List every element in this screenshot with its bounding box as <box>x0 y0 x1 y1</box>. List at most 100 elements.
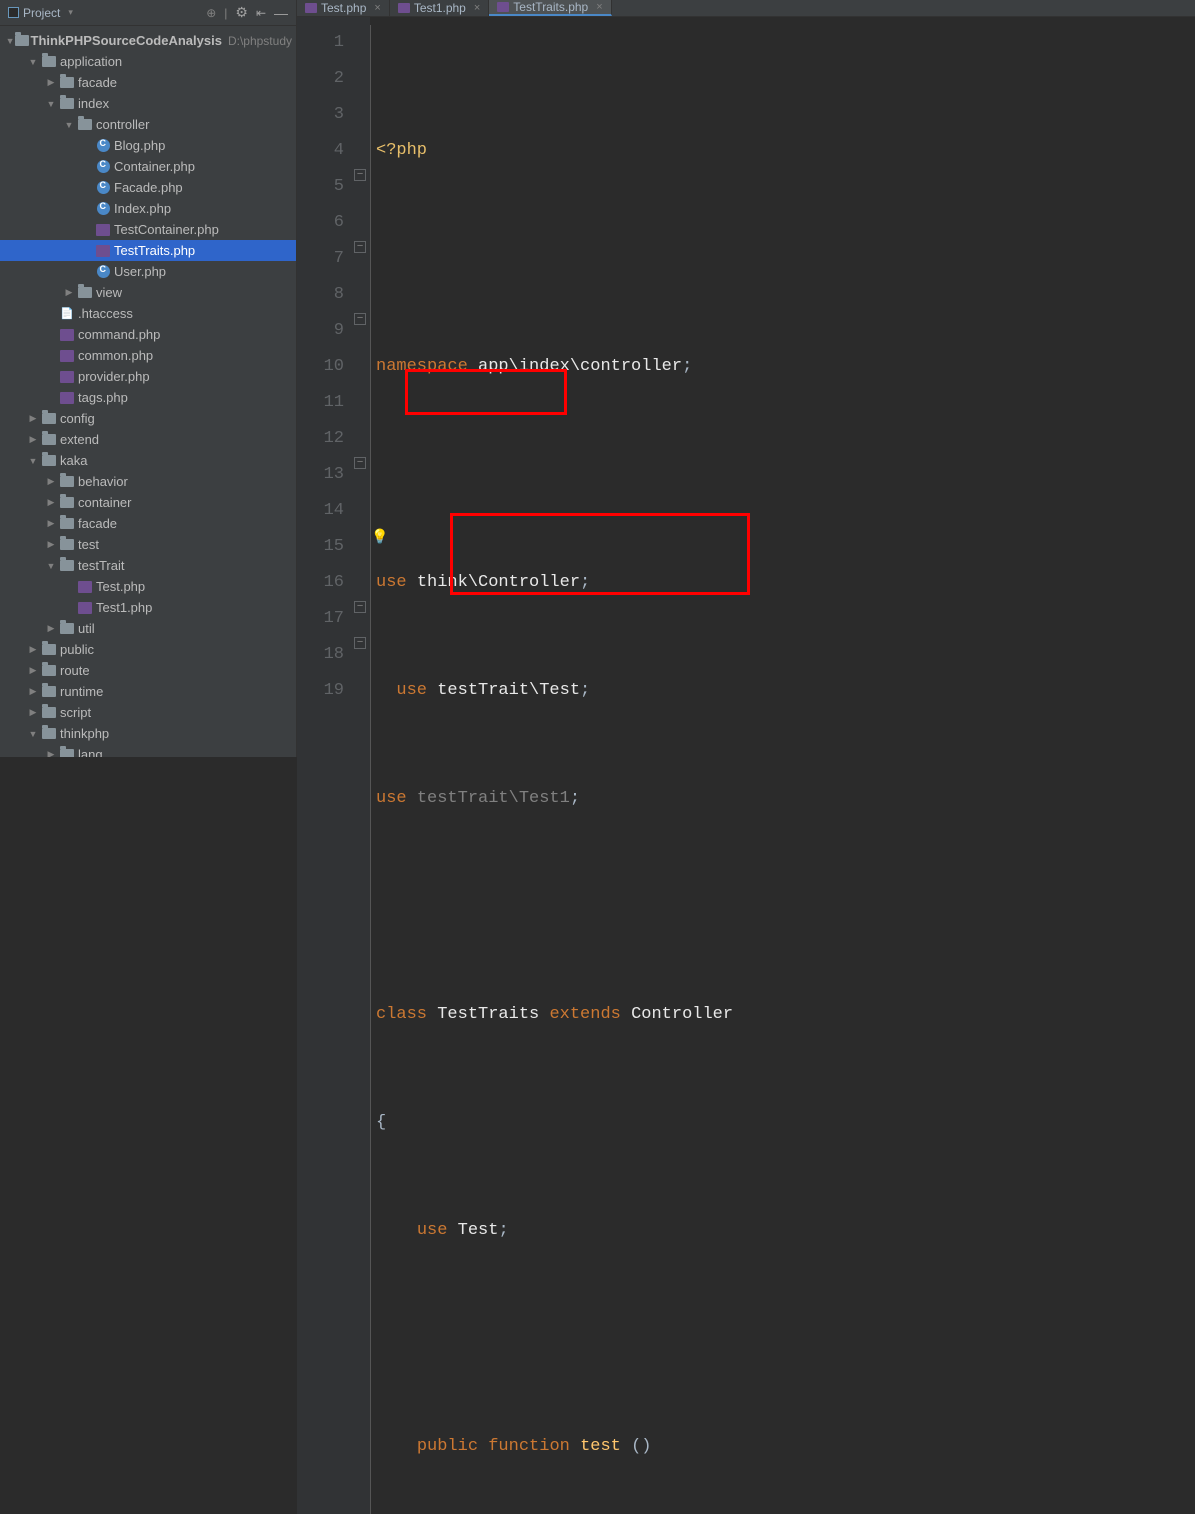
tree-label: controller <box>96 117 149 132</box>
tree-label: Blog.php <box>114 138 165 153</box>
fold-icon[interactable]: − <box>354 637 366 649</box>
tree-item[interactable]: ▼ application <box>0 51 296 72</box>
close-icon[interactable]: × <box>596 1 602 13</box>
fold-icon[interactable]: − <box>354 601 366 613</box>
chevron-right-icon[interactable]: ▶ <box>26 434 40 445</box>
chevron-right-icon[interactable]: ▶ <box>44 623 58 634</box>
tree-item[interactable]: ▶util <box>0 618 296 639</box>
tree-item[interactable]: provider.php <box>0 366 296 387</box>
tree-item[interactable]: Test.php <box>0 576 296 597</box>
code-area[interactable]: <?php namespace app\index\controller; us… <box>370 17 1195 1514</box>
chevron-right-icon[interactable]: ▶ <box>44 476 58 487</box>
chevron-down-icon[interactable]: ▼ <box>26 456 40 466</box>
close-icon[interactable]: × <box>374 2 380 14</box>
tree-item[interactable]: TestTraits.php <box>0 240 296 261</box>
chevron-right-icon[interactable]: ▶ <box>62 287 76 298</box>
chevron-right-icon[interactable]: ▶ <box>26 686 40 697</box>
chevron-right-icon[interactable]: ▶ <box>26 413 40 424</box>
line-number: 4 <box>297 133 344 169</box>
tree-item[interactable]: ▶script <box>0 702 296 723</box>
fold-icon[interactable]: − <box>354 169 366 181</box>
tree-item[interactable]: ▼ index <box>0 93 296 114</box>
editor-tab[interactable]: Test.php× <box>297 0 390 16</box>
tree-item[interactable]: ▶view <box>0 282 296 303</box>
tree-item[interactable]: ▶extend <box>0 429 296 450</box>
tree-item[interactable]: ▼kaka <box>0 450 296 471</box>
tree-item[interactable]: ▶behavior <box>0 471 296 492</box>
chevron-right-icon[interactable]: ▶ <box>26 644 40 655</box>
line-number: 3 <box>297 97 344 133</box>
folder-icon <box>60 518 74 529</box>
tree-item[interactable]: ▼ controller <box>0 114 296 135</box>
tree-item[interactable]: ▶ test <box>0 534 296 555</box>
php-file-icon <box>60 392 74 404</box>
tree-item[interactable]: Container.php <box>0 156 296 177</box>
dropdown-icon[interactable]: ▾ <box>68 7 73 18</box>
tree-label: lang <box>78 747 103 757</box>
tree-item[interactable]: ▶route <box>0 660 296 681</box>
tree-item[interactable]: Blog.php <box>0 135 296 156</box>
collapse-icon[interactable]: ⇤ <box>256 6 266 20</box>
folder-icon <box>42 455 56 466</box>
editor-tab[interactable]: Test1.php× <box>390 0 489 16</box>
fold-icon[interactable]: − <box>354 313 366 325</box>
folder-icon <box>60 749 74 757</box>
tree-item[interactable]: command.php <box>0 324 296 345</box>
editor-tab[interactable]: TestTraits.php× <box>489 0 611 16</box>
tree-item[interactable]: Test1.php <box>0 597 296 618</box>
tree-label: test <box>78 537 99 552</box>
tree-item[interactable]: Index.php <box>0 198 296 219</box>
tree-item[interactable]: 📄.htaccess <box>0 303 296 324</box>
chevron-right-icon[interactable]: ▶ <box>44 518 58 529</box>
tree-item[interactable]: ▶facade <box>0 513 296 534</box>
line-number: 17 <box>297 601 344 637</box>
folder-icon <box>60 497 74 508</box>
tree-item[interactable]: ▶runtime <box>0 681 296 702</box>
crosshair-icon[interactable]: ⊕ <box>206 6 216 20</box>
tree-item[interactable]: ▼ thinkphp <box>0 723 296 744</box>
fold-icon[interactable]: − <box>354 457 366 469</box>
chevron-right-icon[interactable]: ▶ <box>26 707 40 718</box>
tree-item[interactable]: ▼testTrait <box>0 555 296 576</box>
hide-icon[interactable]: — <box>274 5 288 21</box>
chevron-down-icon[interactable]: ▼ <box>44 561 58 571</box>
chevron-right-icon[interactable]: ▶ <box>44 749 58 757</box>
fold-icon[interactable]: − <box>354 241 366 253</box>
tree-item[interactable]: ▶ lang <box>0 744 296 757</box>
tree-label: .htaccess <box>78 306 133 321</box>
chevron-right-icon[interactable]: ▶ <box>44 77 58 88</box>
tree-item[interactable]: TestContainer.php <box>0 219 296 240</box>
gear-icon[interactable]: ⚙ <box>235 4 248 21</box>
folder-icon <box>42 413 56 424</box>
chevron-down-icon[interactable]: ▼ <box>26 57 40 67</box>
tree-label: thinkphp <box>60 726 109 741</box>
chevron-right-icon[interactable]: ▶ <box>44 539 58 550</box>
tree-label: index <box>78 96 109 111</box>
php-file-icon <box>96 245 110 257</box>
tree-label: application <box>60 54 122 69</box>
tree-label: User.php <box>114 264 166 279</box>
php-file-icon <box>78 602 92 614</box>
root-name: ThinkPHPSourceCodeAnalysis <box>31 33 222 48</box>
chevron-down-icon[interactable]: ▼ <box>44 99 58 109</box>
folder-icon <box>60 623 74 634</box>
php-file-icon <box>60 329 74 341</box>
tree-item[interactable]: User.php <box>0 261 296 282</box>
chevron-down-icon[interactable]: ▼ <box>26 729 40 739</box>
tree-item[interactable]: Facade.php <box>0 177 296 198</box>
chevron-right-icon[interactable]: ▶ <box>44 497 58 508</box>
tree-root[interactable]: ▼ ThinkPHPSourceCodeAnalysis D:\phpstudy <box>0 30 296 51</box>
chevron-right-icon[interactable]: ▶ <box>26 665 40 676</box>
close-icon[interactable]: × <box>474 2 480 14</box>
chevron-down-icon[interactable]: ▼ <box>6 36 15 46</box>
chevron-down-icon[interactable]: ▼ <box>62 120 76 130</box>
tree-item[interactable]: ▶facade <box>0 72 296 93</box>
php-file-icon <box>60 350 74 362</box>
tree-item[interactable]: common.php <box>0 345 296 366</box>
tree-item[interactable]: tags.php <box>0 387 296 408</box>
folder-icon <box>60 560 74 571</box>
tree-item[interactable]: ▶config <box>0 408 296 429</box>
tree-item[interactable]: ▶public <box>0 639 296 660</box>
folder-icon <box>42 644 56 655</box>
tree-item[interactable]: ▶container <box>0 492 296 513</box>
